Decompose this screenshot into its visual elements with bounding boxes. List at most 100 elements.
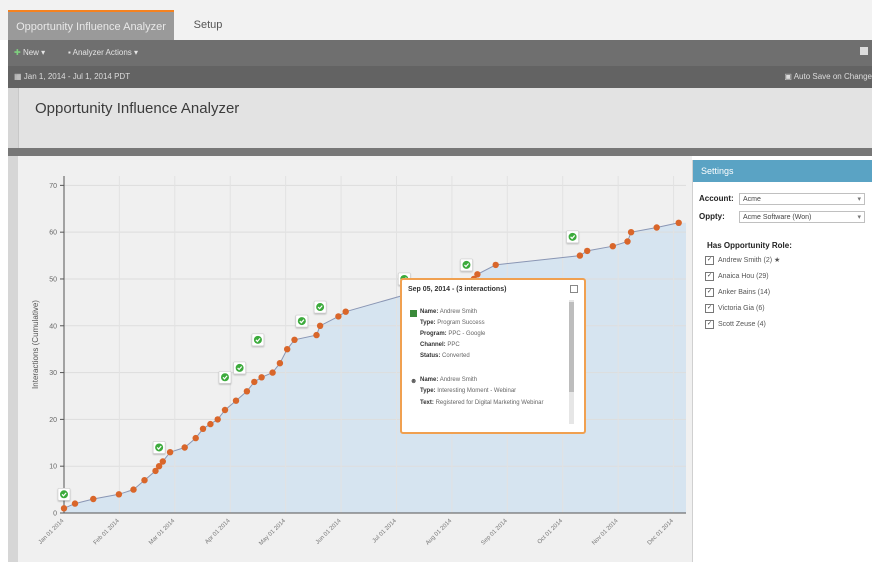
y-tick-label: 70 <box>49 183 57 190</box>
data-point[interactable] <box>60 505 68 512</box>
check-circle-icon <box>297 317 306 326</box>
data-point[interactable] <box>243 388 251 395</box>
toolbar-menu-icon[interactable] <box>860 47 868 55</box>
checkbox-icon[interactable]: ✓ <box>705 303 714 313</box>
data-point[interactable] <box>141 477 148 484</box>
tooltip-row: Program: PPC - Google <box>420 331 486 337</box>
data-point[interactable] <box>492 261 499 269</box>
x-tick-label: May 01 2014 <box>258 518 287 547</box>
checkbox-icon[interactable]: ✓ <box>705 319 714 329</box>
data-point[interactable] <box>207 420 214 428</box>
actions-icon: ▪ <box>68 48 71 57</box>
data-point[interactable] <box>284 346 291 353</box>
milestone-marker[interactable] <box>251 333 265 347</box>
data-point[interactable] <box>627 229 635 236</box>
oppty-value: Acme Software (Won) <box>743 214 812 221</box>
new-button[interactable]: ✚ New ▾ <box>14 45 45 61</box>
tab-opportunity-influence-analyzer[interactable]: Opportunity Influence Analyzer <box>8 10 174 40</box>
data-point[interactable] <box>258 374 265 381</box>
x-tick-label: Aug 01 2014 <box>425 518 454 547</box>
milestone-marker[interactable] <box>233 361 246 375</box>
data-point[interactable] <box>335 313 342 320</box>
data-point[interactable] <box>624 238 631 245</box>
data-point[interactable] <box>71 500 79 507</box>
account-select[interactable]: Acme ▾ <box>739 193 865 205</box>
y-tick-label: 0 <box>53 511 57 518</box>
close-icon[interactable] <box>570 285 578 293</box>
role-item[interactable]: ✓ Anaica Hou (29) <box>705 270 769 284</box>
y-tick-label: 40 <box>49 323 57 330</box>
y-tick-label: 10 <box>49 464 57 471</box>
data-point[interactable] <box>130 486 137 493</box>
tooltip-row: Text: Registered for Digital Marketing W… <box>420 400 544 406</box>
data-point[interactable] <box>115 491 123 498</box>
tooltip-row: Name: Andrew Smith <box>420 377 478 383</box>
data-point[interactable] <box>576 252 584 259</box>
data-point[interactable] <box>316 322 324 329</box>
oppty-label: Oppty: <box>699 212 725 221</box>
interaction-tooltip: Sep 05, 2014 - (3 interactions) Name: An… <box>400 278 586 434</box>
analyzer-actions-label: Analyzer Actions ▾ <box>72 48 139 57</box>
tooltip-scrollbar[interactable] <box>569 300 574 424</box>
data-point[interactable] <box>181 444 188 451</box>
check-circle-icon <box>462 260 471 269</box>
panel-divider <box>8 148 872 156</box>
role-item[interactable]: ✓ Scott Zeuse (4) <box>705 318 766 332</box>
milestone-marker[interactable] <box>218 370 232 384</box>
tooltip-row: Name: Andrew Smith <box>420 309 478 315</box>
data-point[interactable] <box>166 449 174 456</box>
data-point[interactable] <box>251 378 258 386</box>
x-tick-label: Sep 01 2014 <box>480 518 509 547</box>
milestone-marker[interactable] <box>295 314 309 328</box>
data-point[interactable] <box>269 369 276 376</box>
data-point[interactable] <box>159 458 166 465</box>
oppty-select[interactable]: Acme Software (Won) ▾ <box>739 211 865 223</box>
data-point[interactable] <box>609 243 616 250</box>
tooltip-title: Sep 05, 2014 - (3 interactions) <box>408 286 507 293</box>
entry1-status: Converted <box>442 353 470 359</box>
entry2-name: Andrew Smith <box>439 377 478 383</box>
data-point[interactable] <box>291 336 298 343</box>
new-button-label: New ▾ <box>22 48 46 57</box>
data-point[interactable] <box>221 406 229 414</box>
check-circle-icon <box>220 373 229 382</box>
tab-setup[interactable]: Setup <box>178 10 238 40</box>
checkbox-icon[interactable]: ✓ <box>705 287 714 297</box>
role-label: Scott Zeuse (4) <box>718 321 766 328</box>
data-point[interactable] <box>232 397 240 404</box>
milestone-marker[interactable] <box>460 258 473 272</box>
checkbox-icon[interactable]: ✓ <box>705 271 714 281</box>
analyzer-actions-button[interactable]: ▪ Analyzer Actions ▾ <box>68 45 138 61</box>
data-point[interactable] <box>214 416 221 423</box>
data-point[interactable] <box>313 331 320 339</box>
data-point[interactable] <box>653 224 660 231</box>
data-point[interactable] <box>199 425 207 432</box>
milestone-marker[interactable] <box>566 230 579 244</box>
check-circle-icon <box>316 303 325 312</box>
data-point[interactable] <box>276 360 284 367</box>
data-point[interactable] <box>192 434 199 442</box>
y-tick-label: 50 <box>49 276 57 283</box>
data-point[interactable] <box>474 271 481 278</box>
role-item[interactable]: ✓ Victoria Gia (6) <box>705 302 765 316</box>
calendar-icon: ▦ <box>14 72 22 81</box>
x-tick-label: Jun 01 2014 <box>315 518 343 546</box>
role-item[interactable]: ✓ Anker Bains (14) <box>705 286 770 300</box>
scrollbar-thumb[interactable] <box>569 302 574 392</box>
milestone-marker[interactable] <box>57 487 71 501</box>
check-circle-icon <box>235 363 244 372</box>
checkbox-icon[interactable]: ✓ <box>705 255 714 265</box>
milestone-marker[interactable] <box>313 300 327 314</box>
date-range[interactable]: ▦ Jan 1, 2014 - Jul 1, 2014 PDT <box>14 70 130 84</box>
data-point[interactable] <box>584 247 591 255</box>
settings-panel: Settings Account: Acme ▾ Oppty: Acme Soft… <box>692 160 872 562</box>
auto-save-toggle[interactable]: ▣ Auto Save on Change <box>784 70 872 84</box>
role-item[interactable]: ✓ Andrew Smith (2) ★ <box>705 254 780 268</box>
entry1-name: Andrew Smith <box>439 309 478 315</box>
data-point[interactable] <box>90 495 97 503</box>
tooltip-row: Type: Program Success <box>420 320 485 326</box>
data-point[interactable] <box>675 219 682 226</box>
milestone-marker[interactable] <box>152 441 166 454</box>
entry2-text: Registered for Digital Marketing Webinar <box>435 400 544 406</box>
data-point[interactable] <box>342 308 349 315</box>
